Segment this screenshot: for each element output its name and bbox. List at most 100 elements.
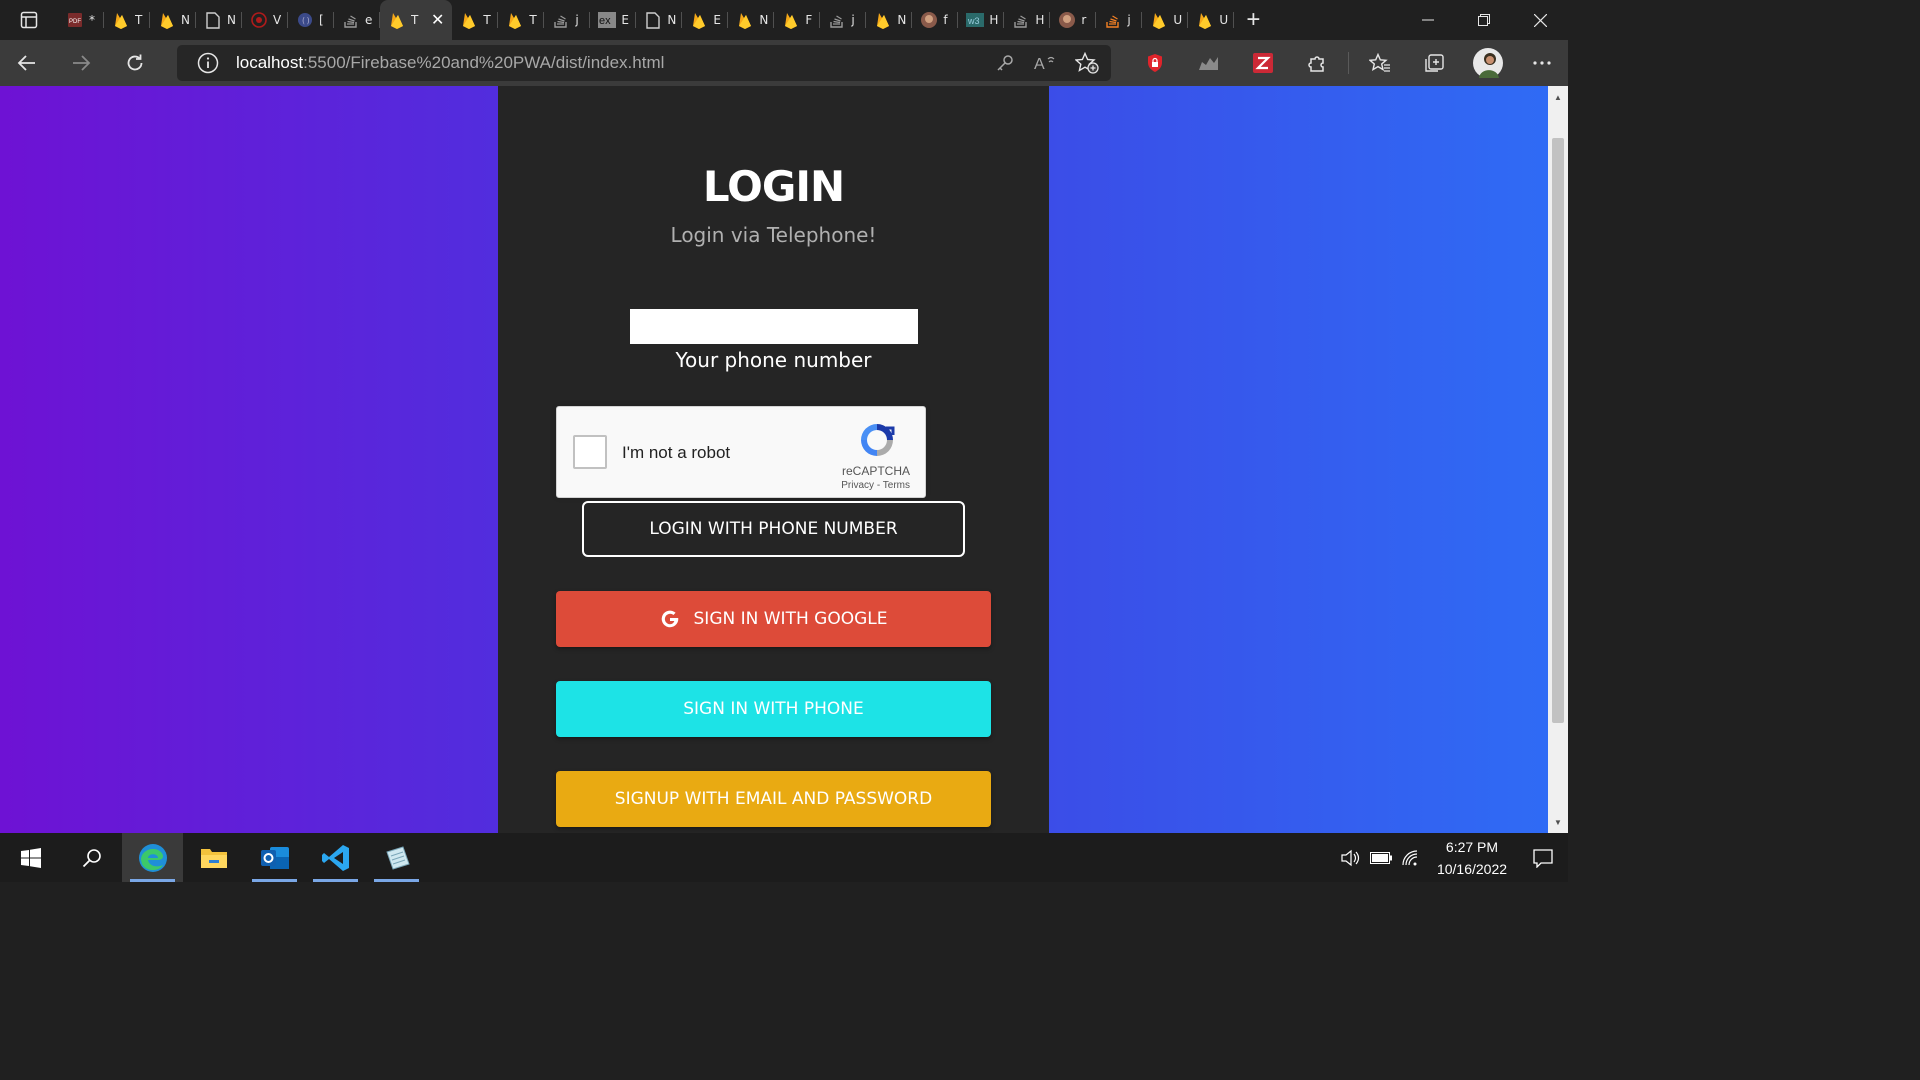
forward-button[interactable] (54, 40, 108, 86)
browser-tab[interactable]: j (820, 0, 867, 40)
browser-tab[interactable]: H (1004, 0, 1051, 40)
search-icon (82, 848, 101, 867)
login-with-phone-number-button[interactable]: LOGIN WITH PHONE NUMBER (582, 501, 965, 557)
edge-icon (138, 843, 167, 872)
refresh-button[interactable] (108, 40, 162, 86)
back-button[interactable] (0, 40, 54, 86)
browser-tab[interactable]: j (1096, 0, 1143, 40)
browser-tab[interactable]: T ✕ (380, 0, 453, 40)
new-tab-button[interactable]: + (1234, 0, 1272, 40)
browser-tab[interactable]: F (774, 0, 821, 40)
browser-tab[interactable]: V (242, 0, 288, 40)
tab-title: H (989, 13, 999, 27)
taskbar-file-explorer[interactable] (183, 833, 244, 882)
signup-with-email-label: SIGNUP WITH EMAIL AND PASSWORD (614, 789, 933, 809)
tab-title: j (575, 13, 579, 27)
info-icon[interactable] (197, 52, 219, 74)
browser-tab[interactable]: w3 H (958, 0, 1005, 40)
tab-title: E (713, 13, 721, 27)
firebase-icon (736, 11, 754, 29)
browser-tab[interactable]: T (104, 0, 150, 40)
close-window-button[interactable] (1512, 0, 1568, 40)
avatar-icon (920, 11, 938, 29)
tab-actions-button[interactable] (0, 0, 58, 40)
zotero-extension-button[interactable] (1236, 40, 1290, 86)
browser-tab[interactable]: N (150, 0, 196, 40)
adblock-extension-button[interactable] (1128, 40, 1182, 86)
browser-tab[interactable]: U (1142, 0, 1189, 40)
bar-chart-icon (1199, 57, 1218, 70)
page-subtitle: Login via Telephone! (670, 223, 877, 247)
browser-tab[interactable]: E (682, 0, 729, 40)
taskbar-edge[interactable] (122, 833, 183, 882)
notifications-button[interactable] (1518, 833, 1568, 882)
tab-title: N (667, 13, 677, 27)
browser-tab[interactable]: ex E (590, 0, 637, 40)
wifi-icon (1402, 849, 1418, 865)
firebase-icon (690, 11, 708, 29)
browser-tab[interactable]: N (866, 0, 913, 40)
tab-title: F (805, 13, 813, 27)
browser-tab[interactable]: j (544, 0, 591, 40)
browser-tab[interactable]: N (636, 0, 683, 40)
folder-icon (200, 848, 227, 868)
browser-tab[interactable]: PDF * (58, 0, 104, 40)
sign-in-with-google-button[interactable]: SIGN IN WITH GOOGLE (556, 591, 991, 647)
signup-with-email-button[interactable]: SIGNUP WITH EMAIL AND PASSWORD (556, 771, 991, 827)
minimize-button[interactable] (1400, 0, 1456, 40)
taskbar-notes-app[interactable] (366, 833, 427, 882)
stackoverflow-icon (1104, 11, 1122, 29)
settings-menu-button[interactable] (1515, 40, 1569, 86)
browser-tab[interactable]: T (452, 0, 499, 40)
browser-tab[interactable]: () [ (288, 0, 334, 40)
taskbar-vscode[interactable] (305, 833, 366, 882)
recaptcha-terms-link[interactable]: Terms (883, 480, 910, 491)
scroll-down-arrow-icon[interactable]: ▼ (1548, 813, 1568, 831)
sign-in-with-phone-button[interactable]: SIGN IN WITH PHONE (556, 681, 991, 737)
recaptcha-privacy-link[interactable]: Privacy (841, 480, 874, 491)
phone-number-input[interactable] (630, 309, 918, 344)
recaptcha-label: I'm not a robot (622, 443, 731, 462)
address-bar[interactable]: localhost:5500/Firebase%20and%20PWA/dist… (177, 45, 1111, 81)
browser-tab[interactable]: r (1050, 0, 1097, 40)
collections-icon (1425, 54, 1444, 72)
close-icon (1533, 13, 1547, 27)
collections-button[interactable] (1407, 40, 1461, 86)
firebase-icon (388, 11, 406, 29)
minimize-icon (1422, 19, 1434, 21)
browser-tab[interactable]: T (498, 0, 545, 40)
outlook-icon (260, 846, 289, 869)
add-favorite-icon[interactable] (1075, 52, 1099, 74)
search-button[interactable] (61, 833, 122, 882)
volume-button[interactable] (1336, 833, 1366, 882)
network-button[interactable] (1396, 833, 1426, 882)
tab-title: U (1173, 13, 1183, 27)
profile-button[interactable] (1461, 40, 1515, 86)
svg-text:(): () (301, 16, 311, 25)
scroll-up-arrow-icon[interactable]: ▲ (1548, 88, 1568, 106)
url-text[interactable]: localhost:5500/Firebase%20and%20PWA/dist… (236, 53, 664, 73)
performance-extension-button[interactable] (1182, 40, 1236, 86)
browser-tab[interactable]: e (334, 0, 380, 40)
key-icon[interactable] (995, 53, 1015, 73)
favorites-button[interactable] (1353, 40, 1407, 86)
read-aloud-icon[interactable]: A (1033, 53, 1057, 73)
scrollbar-thumb[interactable] (1552, 138, 1564, 723)
taskbar-clock[interactable]: 6:27 PM 10/16/2022 (1426, 836, 1518, 880)
battery-button[interactable] (1366, 833, 1396, 882)
speaker-icon (1341, 849, 1360, 866)
browser-tab[interactable]: N (728, 0, 775, 40)
browser-tab[interactable]: N (196, 0, 242, 40)
recaptcha-checkbox[interactable] (573, 435, 607, 469)
page-scrollbar[interactable]: ▲ ▼ (1548, 86, 1568, 833)
browser-tab[interactable]: f (912, 0, 959, 40)
extensions-button[interactable] (1290, 40, 1344, 86)
close-tab-icon[interactable]: ✕ (431, 10, 444, 30)
recaptcha-logo-icon (861, 424, 895, 456)
restore-button[interactable] (1456, 0, 1512, 40)
recaptcha-links-separator: - (874, 480, 883, 491)
browser-tab[interactable]: U (1188, 0, 1235, 40)
url-path: :5500/Firebase%20and%20PWA/dist/index.ht… (303, 53, 665, 72)
start-button[interactable] (0, 833, 61, 882)
taskbar-outlook[interactable] (244, 833, 305, 882)
